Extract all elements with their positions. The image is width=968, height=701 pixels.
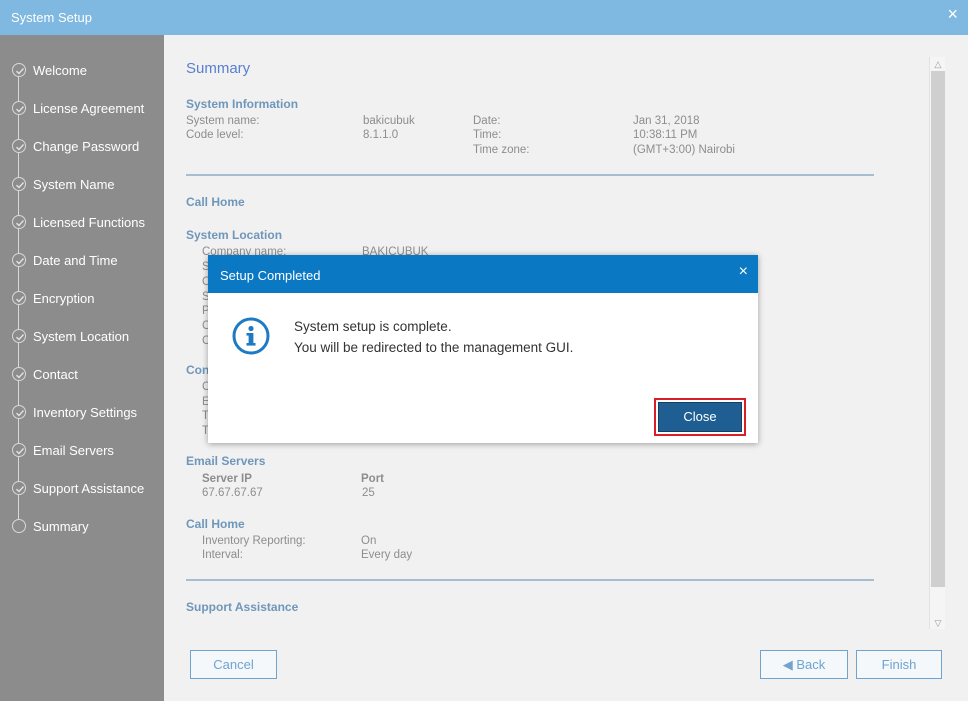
system-location-heading: System Location xyxy=(186,228,283,242)
sidebar-step-label: System Location xyxy=(33,329,130,344)
scroll-down-icon[interactable]: ▽ xyxy=(933,619,943,628)
sidebar-step-label: Inventory Settings xyxy=(33,405,138,420)
date-label: Date: xyxy=(473,115,501,127)
code-level-label: Code level: xyxy=(186,129,244,141)
contact-heading: Con xyxy=(186,363,210,377)
sidebar-step-label: System Name xyxy=(33,177,115,192)
sidebar-step-label: Licensed Functions xyxy=(33,215,146,230)
system-name-value: bakicubuk xyxy=(363,115,415,127)
scroll-up-icon[interactable]: △ xyxy=(933,60,943,69)
window-close-icon[interactable]: × xyxy=(947,5,958,23)
info-icon xyxy=(231,316,271,356)
check-icon xyxy=(12,101,26,115)
timezone-label: Time zone: xyxy=(473,144,530,156)
check-icon xyxy=(12,139,26,153)
server-ip-value: 67.67.67.67 xyxy=(202,487,263,499)
time-value: 10:38:11 PM xyxy=(633,129,698,141)
check-icon xyxy=(12,215,26,229)
sidebar-step[interactable]: Welcome xyxy=(0,58,164,82)
check-icon xyxy=(12,177,26,191)
inventory-reporting-label: Inventory Reporting: xyxy=(202,535,306,547)
timezone-value: (GMT+3:00) Nairobi xyxy=(633,144,735,156)
dialog-header: Setup Completed × xyxy=(208,255,758,293)
sidebar-step-label: Change Password xyxy=(33,139,140,154)
system-information-heading: System Information xyxy=(186,97,299,111)
close-button[interactable]: Close xyxy=(658,402,742,432)
dialog-message-line1: System setup is complete. xyxy=(294,319,452,334)
check-icon xyxy=(12,367,26,381)
sidebar-step[interactable]: Summary xyxy=(0,514,164,538)
dialog-title: Setup Completed xyxy=(220,268,321,283)
section-divider xyxy=(186,174,874,176)
server-ip-header: Server IP xyxy=(202,473,252,485)
check-icon xyxy=(12,329,26,343)
dialog-close-icon[interactable]: × xyxy=(739,264,748,280)
email-servers-heading: Email Servers xyxy=(186,454,266,468)
window-titlebar: System Setup × xyxy=(0,0,968,35)
check-icon xyxy=(12,291,26,305)
sidebar-step-label: Email Servers xyxy=(33,443,114,458)
current-step-icon xyxy=(12,519,26,533)
sidebar-step-label: Date and Time xyxy=(33,253,118,268)
sidebar-step[interactable]: Date and Time xyxy=(0,248,164,272)
port-value: 25 xyxy=(362,487,375,499)
section-divider xyxy=(186,579,874,581)
support-assistance-heading: Support Assistance xyxy=(186,600,299,614)
call-home-heading: Call Home xyxy=(186,195,245,209)
sidebar-step[interactable]: Encryption xyxy=(0,286,164,310)
scrollbar-thumb[interactable] xyxy=(931,71,945,587)
check-icon xyxy=(12,405,26,419)
sidebar-step[interactable]: Change Password xyxy=(0,134,164,158)
interval-label: Interval: xyxy=(202,549,243,561)
sidebar-step[interactable]: Licensed Functions xyxy=(0,210,164,234)
time-label: Time: xyxy=(473,129,502,141)
window-title: System Setup xyxy=(11,10,92,25)
sidebar-step[interactable]: System Name xyxy=(0,172,164,196)
sidebar-step[interactable]: License Agreement xyxy=(0,96,164,120)
check-icon xyxy=(12,481,26,495)
system-name-label: System name: xyxy=(186,115,260,127)
sidebar-step[interactable]: Contact xyxy=(0,362,164,386)
sidebar-step-label: Encryption xyxy=(33,291,95,306)
sidebar-step[interactable]: Email Servers xyxy=(0,438,164,462)
back-button[interactable]: ◀ Back xyxy=(760,650,848,679)
wizard-steps-sidebar: Welcome License Agreement Change Password S… xyxy=(0,35,164,701)
date-value: Jan 31, 2018 xyxy=(633,115,700,127)
check-icon xyxy=(12,63,26,77)
setup-completed-dialog: Setup Completed × System setup is comple… xyxy=(208,255,758,443)
page-title: Summary xyxy=(186,60,251,77)
interval-value: Every day xyxy=(361,549,413,561)
sidebar-step[interactable]: System Location xyxy=(0,324,164,348)
check-icon xyxy=(12,443,26,457)
sidebar-step[interactable]: Inventory Settings xyxy=(0,400,164,424)
sidebar-step-label: Summary xyxy=(33,519,89,534)
cancel-button[interactable]: Cancel xyxy=(190,650,277,679)
check-icon xyxy=(12,253,26,267)
call-home-summary-heading: Call Home xyxy=(186,517,245,531)
finish-button[interactable]: Finish xyxy=(856,650,942,679)
close-button-highlight: Close xyxy=(654,398,746,436)
port-header: Port xyxy=(361,473,384,485)
code-level-value: 8.1.1.0 xyxy=(363,129,399,141)
inventory-reporting-value: On xyxy=(361,535,377,547)
sidebar-step[interactable]: Support Assistance xyxy=(0,476,164,500)
sidebar-step-label: License Agreement xyxy=(33,101,145,116)
sidebar-step-label: Contact xyxy=(33,367,78,382)
sidebar-step-label: Welcome xyxy=(33,63,87,78)
dialog-message-line2: You will be redirected to the management… xyxy=(294,340,574,355)
sidebar-step-label: Support Assistance xyxy=(33,481,145,496)
summary-scrollbar[interactable]: △ ▽ xyxy=(929,57,945,629)
